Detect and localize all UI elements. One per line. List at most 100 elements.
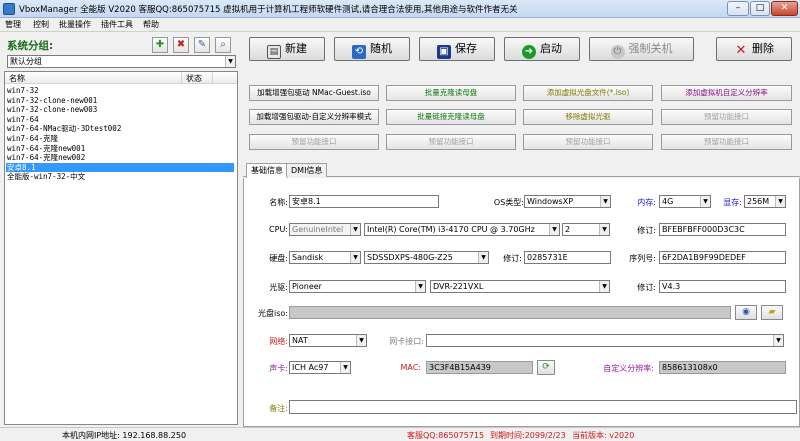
- cpu-rev-label: 修订:: [637, 226, 656, 235]
- force-shutdown-button[interactable]: ⏻ 强制关机: [589, 37, 694, 61]
- nic-interface-select[interactable]: ▼: [426, 334, 784, 347]
- cpu-vendor-select[interactable]: GenuineIntel ▼: [289, 223, 361, 236]
- cpu-count-select[interactable]: 2 ▼: [562, 223, 610, 236]
- chevron-down-icon: ▼: [340, 362, 350, 373]
- add-icon[interactable]: ✚: [152, 37, 168, 53]
- disk-rev-field[interactable]: 0285731E: [524, 251, 611, 264]
- custom-resolution-field[interactable]: 858613108x0: [659, 361, 786, 374]
- delete-button[interactable]: ✕ 删除: [716, 37, 792, 61]
- os-type-select[interactable]: WindowsXP ▼: [524, 195, 611, 208]
- note-field[interactable]: [289, 400, 797, 414]
- start-button[interactable]: ➜ 启动: [504, 37, 580, 61]
- menu-batch[interactable]: 批量操作: [59, 19, 91, 30]
- disk-vendor-select[interactable]: Sandisk ▼: [289, 251, 361, 264]
- vram-label: 显存:: [723, 198, 742, 207]
- disk-model-select[interactable]: SDSSDXPS-480G-Z25 ▼: [364, 251, 489, 264]
- eject-disc-icon[interactable]: ◉: [735, 305, 757, 320]
- sound-select[interactable]: ICH Ac97 ▼: [289, 361, 351, 374]
- random-button[interactable]: ⟲ 随机: [334, 37, 410, 61]
- maximize-button[interactable]: □: [750, 1, 770, 16]
- cpu-model-select[interactable]: Intel(R) Core(TM) i3-4170 CPU @ 3.70GHz ▼: [364, 223, 560, 236]
- os-type-label: OS类型:: [493, 198, 524, 207]
- search-icon[interactable]: ⌕: [215, 37, 231, 53]
- vm-list-item[interactable]: win7-64-克隆new002: [7, 153, 85, 162]
- refresh-icon[interactable]: ⟳: [537, 360, 555, 375]
- vm-list-item[interactable]: win7-64-NMac驱动-3Dtest002: [7, 124, 121, 133]
- vm-list-item[interactable]: 全能版-win7-32-中文: [7, 172, 85, 181]
- optical-model-select[interactable]: DVR-221VXL ▼: [430, 280, 610, 293]
- group-select-value: 默认分组: [10, 57, 42, 66]
- close-button[interactable]: ✕: [771, 1, 798, 16]
- tab-dmi-info[interactable]: DMI信息: [286, 163, 328, 177]
- app-icon: [3, 3, 15, 15]
- action-button[interactable]: 移除虚拟光驱: [523, 109, 653, 125]
- column-name[interactable]: 名称: [9, 73, 25, 84]
- vram-select[interactable]: 256M ▼: [744, 195, 786, 208]
- vm-list-item[interactable]: win7-32-clone-new003: [7, 105, 97, 114]
- action-button[interactable]: 预留功能接口: [523, 134, 653, 150]
- edit-icon[interactable]: ✎: [194, 37, 210, 53]
- floppy-icon: ▣: [437, 45, 451, 59]
- chevron-down-icon: ▼: [775, 196, 785, 207]
- chevron-down-icon: ▼: [350, 252, 360, 263]
- chevron-down-icon: ▼: [356, 335, 366, 346]
- vm-list-item[interactable]: win7-32-clone-new001: [7, 96, 97, 105]
- action-button[interactable]: 加载增强包驱动 NMac-Guest.iso: [249, 85, 379, 101]
- menu-manage[interactable]: 管理: [5, 19, 21, 30]
- close-icon: ✕: [735, 43, 747, 58]
- action-button[interactable]: 添加虚拟机自定义分辨率: [661, 85, 792, 101]
- name-field[interactable]: 安卓8.1: [289, 195, 439, 208]
- vm-list-item[interactable]: win7-32: [7, 86, 39, 95]
- power-icon: ⏻: [610, 45, 625, 59]
- expire-date-text: 到期时间:2099/2/23: [490, 431, 566, 440]
- action-button[interactable]: 预留功能接口: [249, 134, 379, 150]
- vm-list[interactable]: 名称 状态 win7-32 win7-32-clone-new001 win7-32…: [4, 71, 238, 425]
- column-separator[interactable]: [181, 72, 182, 84]
- network-select[interactable]: NAT ▼: [289, 334, 367, 347]
- vm-list-item[interactable]: win7-64-克隆new001: [7, 144, 85, 153]
- menu-control[interactable]: 控制: [33, 19, 49, 30]
- minimize-button[interactable]: –: [727, 1, 749, 16]
- tab-bar: 基础信息 DMI信息: [243, 163, 800, 178]
- new-button[interactable]: ▤ 新建: [249, 37, 325, 61]
- menu-help[interactable]: 帮助: [143, 19, 159, 30]
- disk-label: 硬盘:: [269, 254, 288, 263]
- delete-icon[interactable]: ✖: [173, 37, 189, 53]
- action-button[interactable]: 批量链接克隆读母盘: [386, 109, 516, 125]
- tab-basic-info[interactable]: 基础信息: [246, 163, 288, 178]
- action-button[interactable]: 预留功能接口: [661, 134, 792, 150]
- action-button[interactable]: 预留功能接口: [661, 109, 792, 125]
- vm-list-item[interactable]: win7-64-克隆: [7, 134, 58, 143]
- mac-field[interactable]: 3C3F4B15A439: [426, 361, 533, 374]
- document-icon: ▤: [267, 45, 281, 59]
- optical-rev-label: 修订:: [637, 283, 656, 292]
- iso-path-field[interactable]: [289, 306, 731, 319]
- cpu-rev-field[interactable]: BFEBFBFF000D3C3C: [659, 223, 786, 236]
- support-qq-text: 客服QQ:865075715: [407, 431, 485, 440]
- chevron-down-icon: ▼: [415, 281, 425, 292]
- group-select[interactable]: 默认分组 ▼: [7, 55, 236, 68]
- chevron-down-icon: ▼: [773, 335, 783, 346]
- action-button[interactable]: 预留功能接口: [386, 134, 516, 150]
- serial-field[interactable]: 6F2DA1B9F99DEDEF: [659, 251, 786, 264]
- column-separator[interactable]: [212, 72, 213, 84]
- memory-select[interactable]: 4G ▼: [659, 195, 711, 208]
- action-button[interactable]: 加载增强包驱动-自定义分辨率模式: [249, 109, 379, 125]
- cpu-label: CPU:: [269, 225, 288, 234]
- optical-rev-field[interactable]: V4.3: [659, 280, 786, 293]
- vm-list-item[interactable]: win7-64: [7, 115, 39, 124]
- column-status[interactable]: 状态: [186, 73, 202, 84]
- chevron-down-icon: ▼: [225, 56, 235, 67]
- vm-list-item[interactable]: 安卓8.1: [6, 162, 234, 172]
- action-button[interactable]: 添加虚拟光盘文件(*.iso): [523, 85, 653, 101]
- menu-plugins[interactable]: 插件工具: [101, 19, 133, 30]
- action-button[interactable]: 批量克隆读母盘: [386, 85, 516, 101]
- chevron-down-icon: ▼: [478, 252, 488, 263]
- chevron-down-icon: ▼: [599, 281, 609, 292]
- window-title: VboxManager 全能版 V2020 客服QQ:865075715 虚拟机…: [19, 5, 518, 15]
- optical-vendor-select[interactable]: Pioneer ▼: [289, 280, 426, 293]
- folder-icon[interactable]: ▰: [761, 305, 783, 320]
- shuffle-icon: ⟲: [352, 45, 366, 59]
- version-text: 当前版本: v2020: [572, 431, 635, 440]
- save-button[interactable]: ▣ 保存: [419, 37, 495, 61]
